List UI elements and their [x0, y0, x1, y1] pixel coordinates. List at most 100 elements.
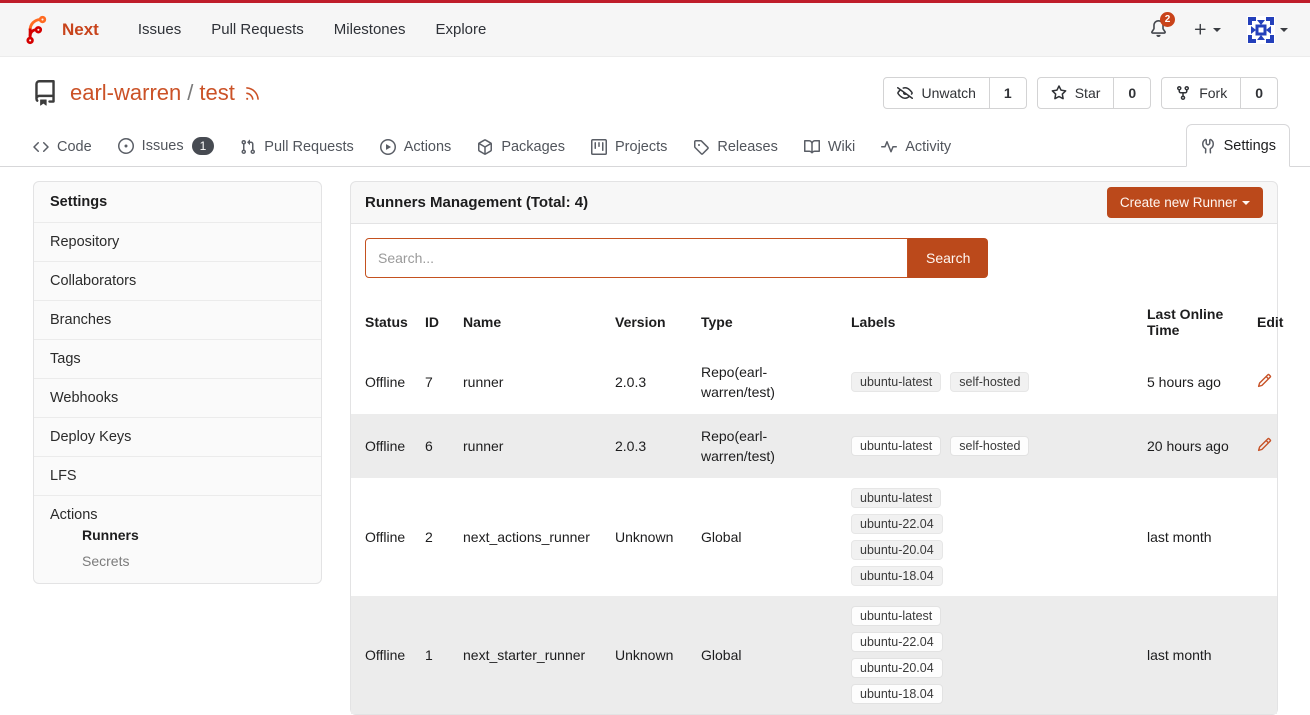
rss-icon[interactable]: [244, 85, 261, 102]
pulse-icon: [881, 139, 897, 155]
brand-label[interactable]: Next: [62, 20, 99, 40]
sidebar-item-actions[interactable]: Actions: [50, 507, 305, 523]
button-text: Fork: [1199, 85, 1227, 101]
notification-count-badge: 2: [1160, 12, 1175, 27]
runner-type: Repo(earl-warren/test): [691, 350, 841, 414]
unwatch-button[interactable]: Unwatch1: [883, 77, 1026, 109]
runner-labels: ubuntu-latestself-hosted: [841, 350, 1137, 414]
tab-projects[interactable]: Projects: [578, 128, 680, 166]
runner-labels: ubuntu-latestubuntu-22.04ubuntu-20.04ubu…: [841, 596, 1137, 714]
search-button[interactable]: Search: [908, 238, 988, 278]
sidebar-subitem-runners[interactable]: Runners: [50, 523, 305, 549]
fork-button[interactable]: Fork 0: [1161, 77, 1278, 109]
tab-label: Issues: [142, 138, 184, 154]
sidebar-item-deploy-keys[interactable]: Deploy Keys: [34, 417, 321, 456]
create-runner-label: Create new Runner: [1120, 195, 1237, 210]
repo-header: earl-warren / test Unwatch1 Star 0 Fork 0: [0, 57, 1310, 123]
repo-owner-link[interactable]: earl-warren: [70, 80, 181, 106]
main-panel: Runners Management (Total: 4) Create new…: [350, 181, 1278, 715]
content: SettingsRepositoryCollaboratorsBranchesT…: [0, 167, 1310, 715]
repo-name-link[interactable]: test: [199, 80, 234, 106]
tab-actions[interactable]: Actions: [367, 128, 465, 166]
nav-link-pull-requests[interactable]: Pull Requests: [196, 13, 319, 46]
column-header-labels: Labels: [841, 294, 1137, 350]
tab-pull-requests[interactable]: Pull Requests: [227, 128, 366, 166]
sidebar-item-repository[interactable]: Repository: [34, 222, 321, 261]
tab-issues[interactable]: Issues 1: [105, 126, 228, 166]
tab-wiki[interactable]: Wiki: [791, 128, 868, 166]
tab-activity[interactable]: Activity: [868, 128, 964, 166]
tab-packages[interactable]: Packages: [464, 128, 578, 166]
tab-releases[interactable]: Releases: [680, 128, 790, 166]
runner-label-pill: ubuntu-20.04: [851, 540, 943, 560]
star-button[interactable]: Star 0: [1037, 77, 1151, 109]
top-navbar: Next IssuesPull RequestsMilestonesExplor…: [0, 0, 1310, 57]
tab-count-badge: 1: [192, 137, 215, 155]
create-runner-button[interactable]: Create new Runner: [1107, 187, 1263, 218]
runner-name: runner: [453, 350, 605, 414]
labels-wrap: ubuntu-latestubuntu-22.04ubuntu-20.04ubu…: [851, 606, 1041, 704]
tab-code[interactable]: Code: [20, 128, 105, 166]
runner-label-pill: ubuntu-18.04: [851, 684, 943, 704]
sidebar-item-collaborators[interactable]: Collaborators: [34, 261, 321, 300]
labels-wrap: ubuntu-latestself-hosted: [851, 372, 1041, 392]
star-label[interactable]: Star: [1038, 78, 1114, 108]
runner-label-pill: ubuntu-latest: [851, 606, 941, 626]
runner-label-pill: ubuntu-22.04: [851, 514, 943, 534]
create-menu-button[interactable]: [1193, 22, 1221, 37]
code-icon: [33, 139, 49, 155]
sidebar-item-webhooks[interactable]: Webhooks: [34, 378, 321, 417]
user-menu-button[interactable]: [1247, 16, 1288, 44]
runner-edit-cell: [1247, 596, 1277, 714]
unwatch-label[interactable]: Unwatch: [884, 78, 988, 108]
eye-closed-icon: [897, 85, 913, 101]
tab-settings[interactable]: Settings: [1186, 124, 1290, 167]
runner-type: Repo(earl-warren/test): [691, 414, 841, 478]
runner-version: 2.0.3: [605, 414, 691, 478]
tab-label: Settings: [1224, 138, 1276, 154]
column-header-type: Type: [691, 294, 841, 350]
nav-link-explore[interactable]: Explore: [420, 13, 501, 46]
runner-label-pill: ubuntu-22.04: [851, 632, 943, 652]
runner-last-online: 20 hours ago: [1137, 414, 1247, 478]
settings-sidebar: SettingsRepositoryCollaboratorsBranchesT…: [33, 181, 322, 584]
runner-name: runner: [453, 414, 605, 478]
sidebar-header-settings[interactable]: Settings: [34, 182, 321, 222]
chevron-down-icon: [1280, 28, 1288, 36]
play-circle-icon: [380, 139, 396, 155]
star-count[interactable]: 0: [1113, 78, 1150, 108]
column-header-edit: Edit: [1247, 294, 1277, 350]
tab-label: Wiki: [828, 139, 855, 155]
repo-path-separator: /: [187, 80, 193, 106]
runner-labels: ubuntu-latestself-hosted: [841, 414, 1137, 478]
forgejo-logo-icon[interactable]: [22, 15, 52, 45]
column-header-last-online-time: Last Online Time: [1137, 294, 1247, 350]
search-input[interactable]: [365, 238, 908, 278]
table-header-row: StatusIDNameVersionTypeLabelsLast Online…: [351, 294, 1277, 350]
nav-link-milestones[interactable]: Milestones: [319, 13, 421, 46]
nav-link-issues[interactable]: Issues: [123, 13, 196, 46]
runner-label-pill: ubuntu-latest: [851, 488, 941, 508]
runner-id: 1: [415, 596, 453, 714]
edit-runner-pencil-icon[interactable]: [1257, 437, 1272, 452]
fork-label[interactable]: Fork: [1162, 78, 1240, 108]
notifications-button[interactable]: 2: [1150, 20, 1167, 40]
unwatch-count[interactable]: 1: [989, 78, 1026, 108]
runner-id: 7: [415, 350, 453, 414]
repository-icon: [32, 80, 58, 106]
sidebar-item-tags[interactable]: Tags: [34, 339, 321, 378]
table-row: Offline6runner2.0.3Repo(earl-warren/test…: [351, 414, 1277, 478]
book-icon: [804, 139, 820, 155]
tab-label: Pull Requests: [264, 139, 353, 155]
edit-runner-pencil-icon[interactable]: [1257, 373, 1272, 388]
runner-label-pill: ubuntu-latest: [851, 436, 941, 456]
pull-request-icon: [240, 139, 256, 155]
fork-count[interactable]: 0: [1240, 78, 1277, 108]
sidebar-item-branches[interactable]: Branches: [34, 300, 321, 339]
table-row: Offline7runner2.0.3Repo(earl-warren/test…: [351, 350, 1277, 414]
button-text: Star: [1075, 85, 1101, 101]
sidebar-subitem-secrets[interactable]: Secrets: [50, 549, 305, 575]
tab-label: Code: [57, 139, 92, 155]
sidebar-group-actions: ActionsRunnersSecrets: [34, 495, 321, 583]
sidebar-item-lfs[interactable]: LFS: [34, 456, 321, 495]
